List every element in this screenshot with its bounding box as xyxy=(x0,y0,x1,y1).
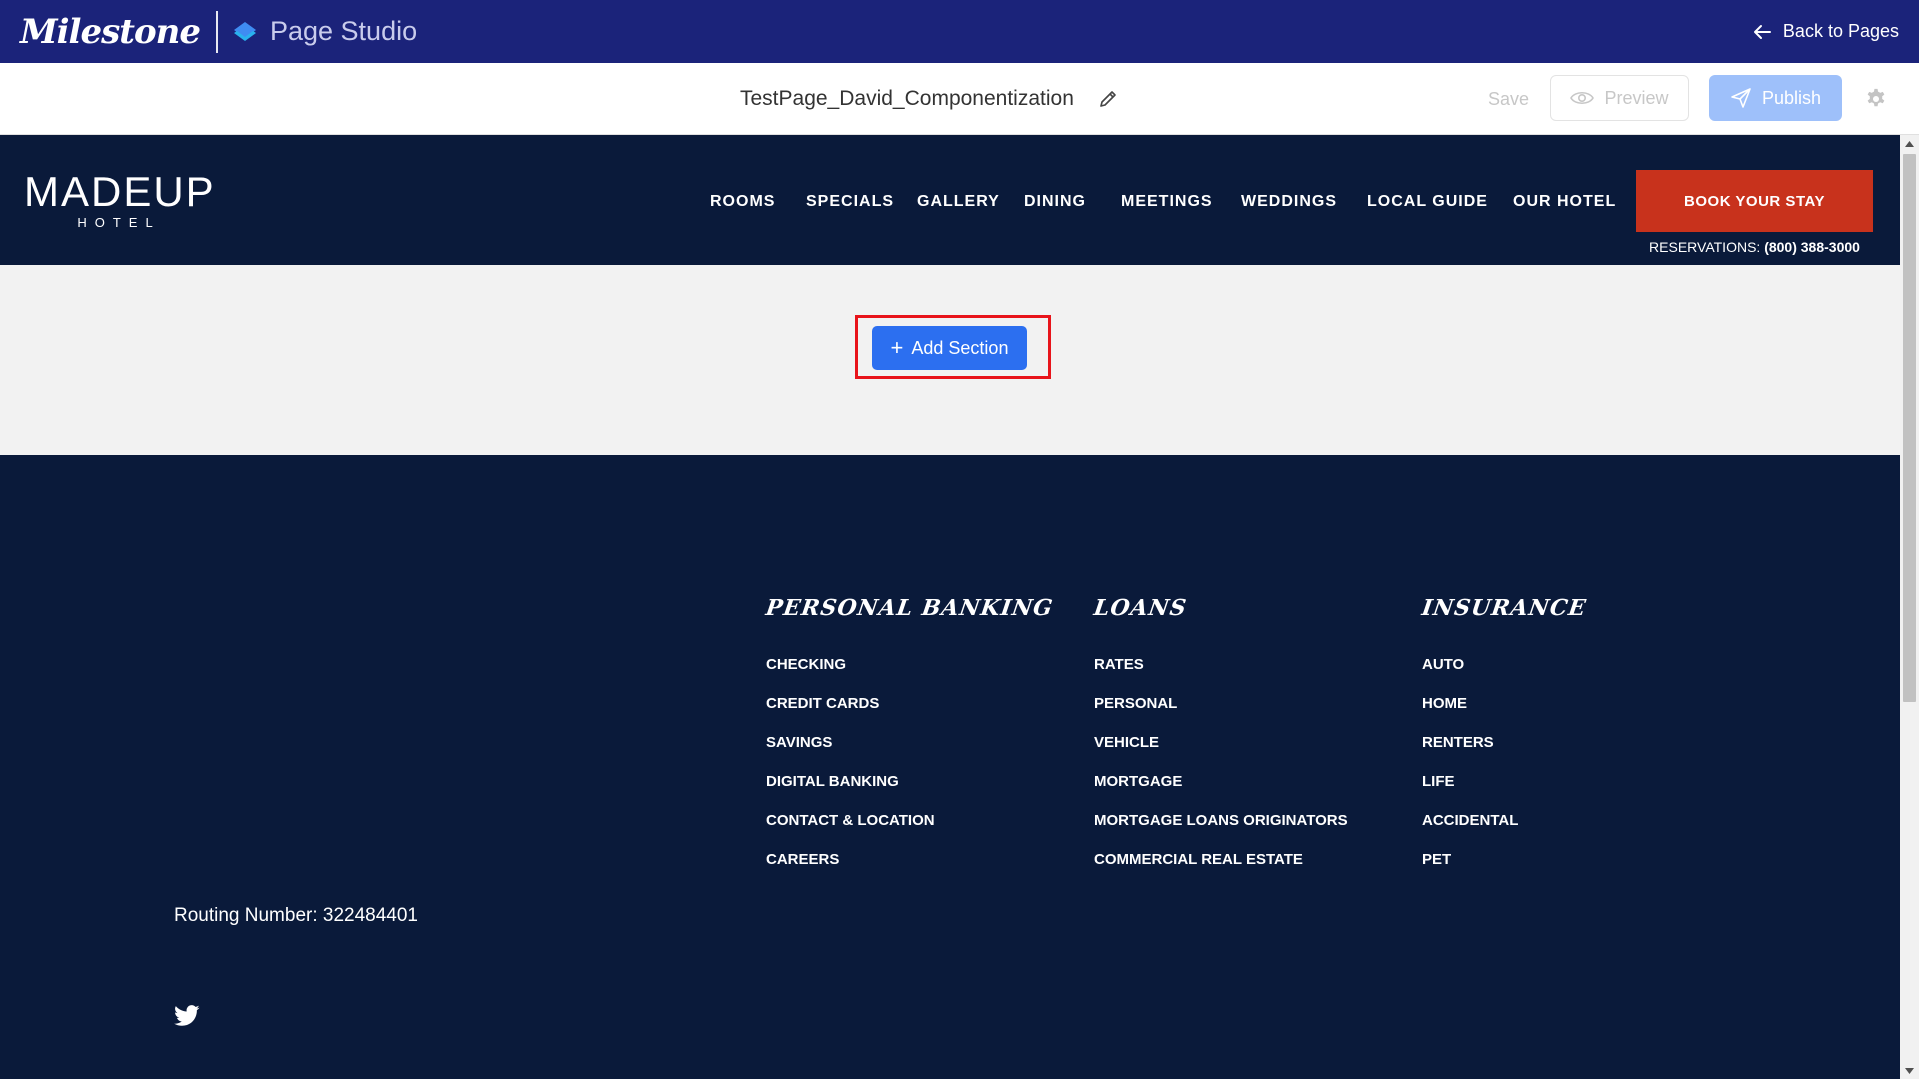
scroll-up-icon[interactable] xyxy=(1900,135,1919,152)
plus-icon: + xyxy=(890,335,904,360)
back-to-pages-link[interactable]: Back to Pages xyxy=(1753,0,1899,63)
footer-link[interactable]: CONTACT & LOCATION xyxy=(766,811,1053,850)
footer-heading: INSURANCE xyxy=(1420,595,1589,621)
canvas-scrollbar[interactable] xyxy=(1900,135,1919,1079)
nav-meetings[interactable]: MEETINGS xyxy=(1121,193,1213,211)
footer-link[interactable]: COMMERCIAL REAL ESTATE xyxy=(1094,850,1348,889)
page-title-group: TestPage_David_Componentization xyxy=(740,63,1118,135)
editor-toolbar: TestPage_David_Componentization Save Pre… xyxy=(0,63,1919,135)
add-section-label: Add Section xyxy=(911,337,1009,358)
site-header: MADEUP HOTEL ROOMS SPECIALS GALLERY DINI… xyxy=(0,135,1900,265)
reservations-phone[interactable]: (800) 388-3000 xyxy=(1764,239,1860,255)
nav-our-hotel[interactable]: OUR HOTEL xyxy=(1513,193,1616,211)
nav-specials[interactable]: SPECIALS xyxy=(806,193,894,211)
nav-local-guide[interactable]: LOCAL GUIDE xyxy=(1367,193,1488,211)
add-section-button[interactable]: + Add Section xyxy=(872,326,1027,370)
gear-icon[interactable] xyxy=(1864,87,1888,111)
routing-number: Routing Number: 322484401 xyxy=(174,905,419,926)
nav-weddings[interactable]: WEDDINGS xyxy=(1241,193,1337,211)
reservations-label: RESERVATIONS: xyxy=(1649,239,1761,255)
product-name: Page Studio xyxy=(269,16,418,46)
eye-icon xyxy=(1570,91,1595,105)
site-logo[interactable]: MADEUP HOTEL xyxy=(24,168,216,231)
footer-heading: PERSONAL BANKING xyxy=(764,595,1055,621)
footer-link[interactable]: RATES xyxy=(1094,655,1348,694)
publish-label: Publish xyxy=(1761,87,1822,108)
footer-column-insurance: INSURANCE AUTO HOME RENTERS LIFE ACCIDEN… xyxy=(1420,595,1589,889)
footer-link[interactable]: PET xyxy=(1422,850,1586,889)
publish-button[interactable]: Publish xyxy=(1709,75,1842,121)
save-label: Save xyxy=(1488,88,1530,109)
preview-label: Preview xyxy=(1604,87,1669,108)
book-label: BOOK YOUR STAY xyxy=(1684,192,1825,210)
footer-link[interactable]: DIGITAL BANKING xyxy=(766,772,1053,811)
footer-link[interactable]: RENTERS xyxy=(1422,733,1586,772)
layers-diamond-icon xyxy=(232,19,258,45)
footer-column-loans: LOANS RATES PERSONAL VEHICLE MORTGAGE MO… xyxy=(1092,595,1348,889)
brand-divider xyxy=(215,10,218,53)
logo-sub: HOTEL xyxy=(77,215,161,230)
footer-link[interactable]: ACCIDENTAL xyxy=(1422,811,1586,850)
add-section-zone: + Add Section xyxy=(0,265,1900,455)
back-to-pages-label: Back to Pages xyxy=(1782,21,1899,41)
footer-link[interactable]: MORTGAGE xyxy=(1094,772,1348,811)
reservations-line: RESERVATIONS: (800) 388-3000 xyxy=(1636,239,1873,255)
footer-link[interactable]: CHECKING xyxy=(766,655,1053,694)
footer-link[interactable]: MORTGAGE LOANS ORIGINATORS xyxy=(1094,811,1348,850)
preview-button[interactable]: Preview xyxy=(1550,75,1689,121)
pencil-icon[interactable] xyxy=(1098,89,1118,109)
twitter-icon[interactable] xyxy=(174,1005,200,1027)
page-canvas: MADEUP HOTEL ROOMS SPECIALS GALLERY DINI… xyxy=(0,135,1900,1079)
footer-link[interactable]: VEHICLE xyxy=(1094,733,1348,772)
footer-link[interactable]: HOME xyxy=(1422,694,1586,733)
scroll-down-icon[interactable] xyxy=(1900,1062,1919,1079)
save-button[interactable]: Save xyxy=(1488,63,1529,135)
nav-rooms[interactable]: ROOMS xyxy=(710,193,775,211)
footer-link[interactable]: AUTO xyxy=(1422,655,1586,694)
footer-link[interactable]: LIFE xyxy=(1422,772,1586,811)
paper-plane-icon xyxy=(1731,88,1751,108)
site-footer: PERSONAL BANKING CHECKING CREDIT CARDS S… xyxy=(0,455,1900,1079)
footer-column-personal-banking: PERSONAL BANKING CHECKING CREDIT CARDS S… xyxy=(764,595,1055,889)
app-bar: Milestone Page Studio Back to Pages xyxy=(0,0,1919,63)
scrollbar-thumb[interactable] xyxy=(1903,154,1916,702)
footer-link[interactable]: CREDIT CARDS xyxy=(766,694,1053,733)
book-your-stay-button[interactable]: BOOK YOUR STAY xyxy=(1636,170,1873,232)
nav-dining[interactable]: DINING xyxy=(1024,193,1086,211)
page-title: TestPage_David_Componentization xyxy=(740,87,1074,110)
logo-main: MADEUP xyxy=(24,168,216,215)
footer-link[interactable]: CAREERS xyxy=(766,850,1053,889)
nav-gallery[interactable]: GALLERY xyxy=(917,193,1000,211)
footer-link[interactable]: PERSONAL xyxy=(1094,694,1348,733)
brand-logo[interactable]: Milestone xyxy=(20,12,201,52)
arrow-left-icon xyxy=(1753,24,1771,39)
footer-heading: LOANS xyxy=(1092,595,1189,621)
footer-link[interactable]: SAVINGS xyxy=(766,733,1053,772)
brand: Milestone Page Studio xyxy=(20,0,417,63)
